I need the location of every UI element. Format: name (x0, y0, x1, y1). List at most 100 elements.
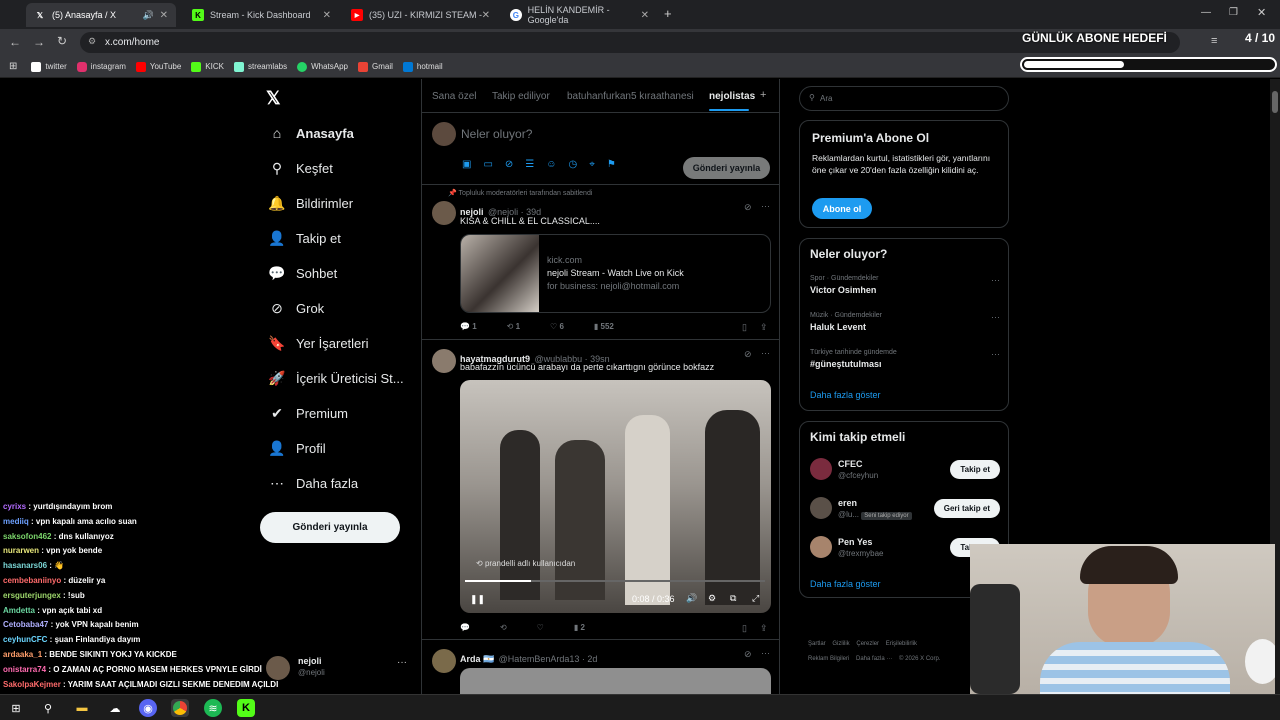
share-icon[interactable]: ⇪ (760, 322, 768, 333)
like-button[interactable]: ♡ 6 (550, 322, 564, 331)
tab-x-home[interactable]: 𝕏 (5) Anasayfa / X 🔊 ✕ (26, 3, 176, 27)
sidebar-item-profile[interactable]: 👤 Profil (268, 439, 325, 457)
close-icon[interactable]: ✕ (641, 10, 649, 21)
bookmark-gmail[interactable]: Gmail (358, 61, 393, 72)
footer-link[interactable]: Daha fazla ··· (856, 656, 892, 662)
poll-icon[interactable]: ☰ (525, 159, 534, 170)
reply-button[interactable]: 💬 1 (460, 322, 477, 331)
more-icon[interactable]: ··· (397, 657, 407, 668)
schedule-icon[interactable]: ◷ (568, 159, 577, 170)
volume-icon[interactable]: 🔊 (686, 593, 697, 604)
sidebar-post-button[interactable]: Gönderi yayınla (260, 512, 400, 543)
maximize-icon[interactable]: ❐ (1229, 7, 1238, 18)
more-icon[interactable]: ··· (991, 349, 1000, 359)
trend-item[interactable]: Müzik · Gündemdekiler Haluk Levent ··· (810, 312, 1000, 332)
tab-for-you[interactable]: Sana özel (432, 91, 476, 102)
video-player[interactable]: ⟲ prandelli adlı kullanıcıdan ❚❚ 0:08 / … (460, 380, 771, 613)
sidebar-item-home[interactable]: ⌂ Anasayfa (268, 124, 354, 142)
cloud-icon[interactable]: ☁ (106, 699, 124, 717)
repost-button[interactable]: ⟲ 1 (507, 322, 520, 331)
fullscreen-icon[interactable]: ⤢ (752, 593, 759, 604)
settings-icon[interactable]: ⚙ (708, 593, 716, 604)
grok-icon[interactable]: ⊘ (744, 349, 752, 360)
grok-icon[interactable]: ⊘ (744, 202, 752, 213)
bookmark-icon[interactable]: ▯ (742, 623, 747, 634)
tab-kick-dashboard[interactable]: K Stream - Kick Dashboard ✕ (184, 3, 339, 27)
image-icon[interactable]: ▣ (462, 159, 471, 170)
follow-button[interactable]: Geri takip et (933, 499, 1000, 518)
kick-icon[interactable]: K (237, 699, 255, 717)
window-close-icon[interactable]: ✕ (1257, 6, 1266, 19)
discord-icon[interactable]: ◉ (139, 699, 157, 717)
apps-grid-icon[interactable]: ⊞ (9, 61, 17, 72)
speaker-icon[interactable]: 🔊 (143, 10, 154, 21)
repost-button[interactable]: ⟲ (500, 623, 507, 632)
grok-icon[interactable]: ⊘ (744, 649, 752, 660)
who-to-follow-item[interactable]: CFEC @cfceyhun Takip et (810, 458, 1000, 482)
flag-icon[interactable]: ⚑ (607, 159, 616, 170)
sidebar-item-chat[interactable]: 💬 Sohbet (268, 264, 337, 282)
sidebar-item-grok[interactable]: ⊘ Grok (268, 299, 324, 317)
bookmark-hotmail[interactable]: hotmail (402, 61, 443, 72)
tab-following[interactable]: Takip ediliyor (492, 91, 550, 102)
pause-icon[interactable]: ❚❚ (470, 594, 485, 605)
bookmark-twitter[interactable]: twitter (31, 61, 67, 72)
close-icon[interactable]: ✕ (160, 10, 168, 21)
bookmark-whatsapp[interactable]: WhatsApp (297, 61, 348, 72)
composer-post-button[interactable]: Gönderi yayınla (683, 157, 770, 179)
footer-link[interactable]: Gizlilik (832, 641, 849, 647)
media-controls-icon[interactable]: ≡ (1211, 35, 1217, 47)
composer-input[interactable]: Neler oluyor? (461, 127, 532, 141)
tab-community[interactable]: batuhanfurkan5 kıraathanesi (567, 91, 694, 102)
bookmark-icon[interactable]: ▯ (742, 322, 747, 333)
post-media[interactable] (460, 668, 771, 694)
trend-item[interactable]: Spor · Gündemdekiler Victor Osimhen ··· (810, 275, 1000, 295)
sidebar-item-more-circle[interactable]: ⋯ Daha fazla (268, 474, 358, 492)
post[interactable]: Arda 🇦🇷 @HatemBenArda13 · 2d ⊘ ··· (422, 639, 779, 694)
chrome-icon[interactable] (171, 699, 189, 717)
bookmark-streamlabs[interactable]: streamlabs (233, 61, 287, 72)
tab-youtube[interactable]: ▶ (35) UZI - KIRMIZI STEAM - ✕ (343, 3, 498, 27)
spotify-icon[interactable]: ≋ (204, 699, 222, 717)
more-icon[interactable]: ··· (991, 275, 1000, 285)
new-tab-button[interactable]: + (664, 6, 672, 21)
footer-link[interactable]: Erişilebilirlik (886, 641, 917, 647)
tab-nejolistas[interactable]: nejolistas (709, 91, 755, 102)
account-switcher[interactable]: nejoli @nejoli ··· (266, 654, 410, 684)
sidebar-item-rocket[interactable]: 🚀 İçerik Üreticisi St... (268, 369, 403, 387)
site-info-icon[interactable]: ⚙ (88, 36, 96, 47)
link-card[interactable]: kick.com nejoli Stream - Watch Live on K… (460, 234, 771, 313)
footer-link[interactable]: Reklam Bilgileri (808, 656, 849, 662)
minimize-icon[interactable]: — (1201, 7, 1211, 18)
bookmark-kick[interactable]: KICK (191, 61, 224, 72)
close-icon[interactable]: ✕ (323, 10, 331, 21)
url-field[interactable]: ⚙ x.com/home (80, 32, 1180, 53)
premium-subscribe-button[interactable]: Abone ol (812, 198, 872, 219)
close-icon[interactable]: ✕ (482, 10, 490, 21)
more-icon[interactable]: ··· (761, 201, 770, 211)
grok-icon[interactable]: ⊘ (505, 159, 513, 170)
search-input[interactable]: ⚲ Ara (799, 86, 1009, 111)
share-icon[interactable]: ⇪ (760, 623, 768, 634)
gif-icon[interactable]: ▭ (483, 159, 492, 170)
sidebar-item-search[interactable]: ⚲ Keşfet (268, 159, 333, 177)
views-button[interactable]: ▮ 2 (574, 623, 585, 632)
location-icon[interactable]: ⌖ (589, 159, 595, 170)
trend-item[interactable]: Türkiye tarihinde gündemde #güneştutulmas… (810, 349, 1000, 369)
post[interactable]: hayatmagdurut9 @wublabbu · 39sn babafazz… (422, 339, 779, 639)
add-tab-button[interactable]: + (760, 89, 766, 101)
forward-icon[interactable]: → (33, 35, 45, 49)
who-to-follow-item[interactable]: eren @lu... Seni takip ediyor Geri takip e… (810, 497, 1000, 521)
follow-button[interactable]: Takip et (950, 460, 1000, 479)
post-author[interactable]: Arda 🇦🇷 (460, 654, 494, 664)
reload-icon[interactable]: ↻ (57, 34, 67, 48)
more-icon[interactable]: ··· (991, 312, 1000, 322)
sidebar-item-follow[interactable]: 👤 Takip et (268, 229, 341, 247)
sidebar-item-bell[interactable]: 🔔 Bildirimler (268, 194, 353, 212)
footer-link[interactable]: Çerezler (856, 641, 879, 647)
bookmark-youtube[interactable]: YouTube (135, 61, 181, 72)
footer-link[interactable]: Şartlar (808, 641, 826, 647)
pip-icon[interactable]: ⧉ (730, 593, 736, 604)
video-seekbar[interactable] (465, 580, 765, 582)
x-logo-icon[interactable]: 𝕏 (266, 88, 281, 109)
